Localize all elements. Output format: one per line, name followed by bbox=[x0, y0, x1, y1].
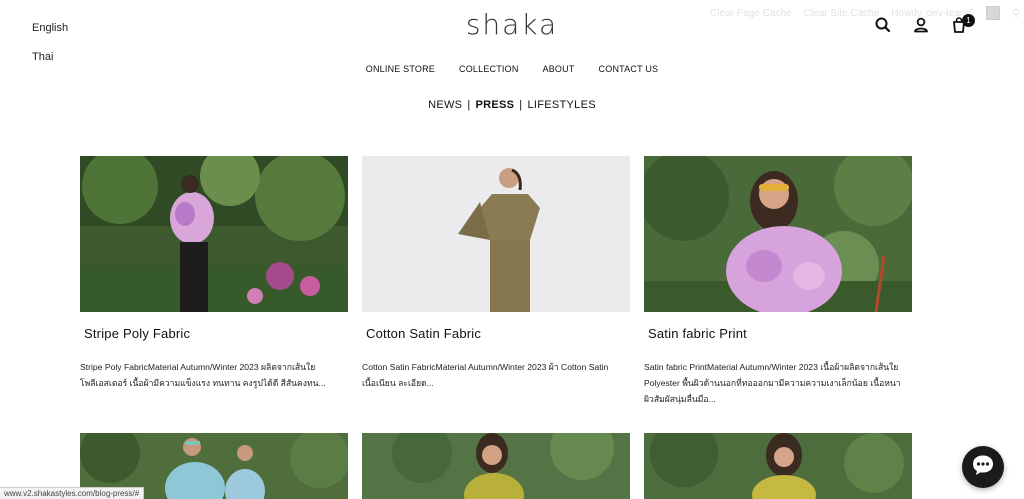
account-icon[interactable] bbox=[912, 16, 930, 34]
post-excerpt: Satin fabric PrintMaterial Autumn/Winter… bbox=[644, 362, 901, 404]
search-icon[interactable] bbox=[874, 16, 892, 34]
subnav-press[interactable]: PRESS bbox=[475, 99, 514, 111]
admin-search-icon[interactable]: ⚲ bbox=[1012, 7, 1020, 20]
language-thai[interactable]: Thai bbox=[32, 51, 53, 63]
post-image[interactable] bbox=[362, 156, 630, 312]
post-title[interactable]: Satin fabric Print bbox=[648, 326, 912, 341]
post-image[interactable] bbox=[644, 433, 912, 499]
cart-icon[interactable]: 1 bbox=[950, 14, 975, 34]
blog-category-nav: NEWS | PRESS | LIFESTYLES bbox=[0, 99, 1024, 111]
chat-bubble-icon bbox=[971, 454, 995, 481]
status-bar-url: www.v2.shakastyles.com/blog-press/# bbox=[0, 487, 145, 499]
subnav-news[interactable]: NEWS bbox=[428, 99, 462, 111]
main-nav: ONLINE STORE COLLECTION ABOUT CONTACT US bbox=[0, 64, 1024, 74]
subnav-separator: | bbox=[467, 99, 471, 111]
press-post-grid-row-2 bbox=[80, 433, 912, 499]
nav-collection[interactable]: COLLECTION bbox=[459, 64, 519, 74]
post-card[interactable]: Stripe Poly Fabric Stripe Poly FabricMat… bbox=[80, 156, 348, 407]
post-excerpt: Cotton Satin FabricMaterial Autumn/Winte… bbox=[362, 362, 609, 388]
nav-online-store[interactable]: ONLINE STORE bbox=[366, 64, 435, 74]
nav-about[interactable]: ABOUT bbox=[543, 64, 575, 74]
post-card[interactable] bbox=[362, 433, 630, 499]
admin-avatar[interactable] bbox=[985, 6, 1000, 20]
clear-page-cache-link[interactable]: Clear Page Cache bbox=[710, 8, 792, 19]
post-excerpt: Stripe Poly FabricMaterial Autumn/Winter… bbox=[80, 362, 326, 388]
post-title[interactable]: Stripe Poly Fabric bbox=[84, 326, 348, 341]
post-image[interactable] bbox=[80, 156, 348, 312]
post-card[interactable]: Satin fabric Print Satin fabric PrintMat… bbox=[644, 156, 912, 407]
subnav-lifestyles[interactable]: LIFESTYLES bbox=[527, 99, 595, 111]
post-card[interactable]: Cotton Satin Fabric Cotton Satin FabricM… bbox=[362, 156, 630, 407]
subnav-separator: | bbox=[519, 99, 523, 111]
press-post-grid: Stripe Poly Fabric Stripe Poly FabricMat… bbox=[80, 156, 912, 407]
post-image[interactable] bbox=[644, 156, 912, 312]
post-title[interactable]: Cotton Satin Fabric bbox=[366, 326, 630, 341]
clear-site-cache-link[interactable]: Clear Site Cache bbox=[804, 8, 880, 19]
nav-contact-us[interactable]: CONTACT US bbox=[599, 64, 659, 74]
post-card[interactable] bbox=[644, 433, 912, 499]
cart-count-badge: 1 bbox=[962, 14, 975, 27]
header-icons: 1 bbox=[874, 14, 975, 34]
post-image[interactable] bbox=[362, 433, 630, 499]
chat-button[interactable] bbox=[962, 446, 1004, 488]
